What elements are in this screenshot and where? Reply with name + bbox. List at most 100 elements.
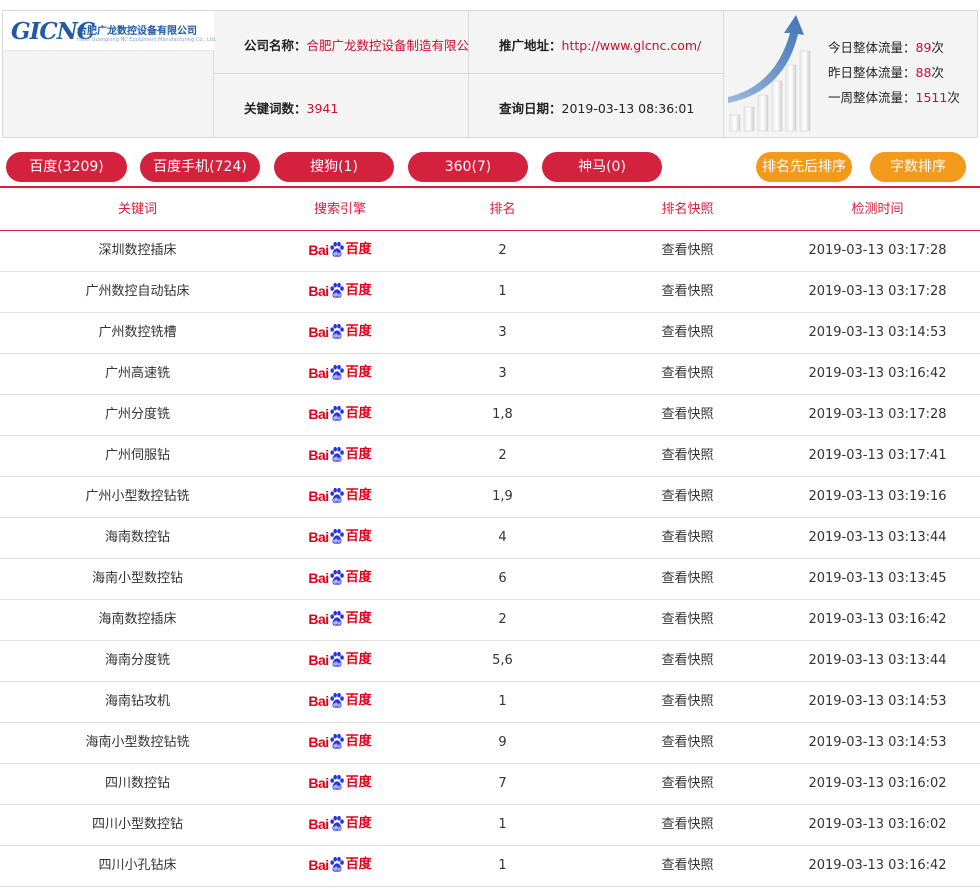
view-snapshot-link[interactable]: 查看快照 [661,489,713,504]
view-snapshot-link[interactable]: 查看快照 [661,735,713,750]
week-traffic: 一周整体流量：1511次 [828,90,960,105]
baidu-logo-du: 百度 [345,651,372,667]
check-time-cell: 2019-03-13 03:16:42 [808,858,947,873]
baidu-logo: Bai du 百度 [308,732,371,752]
table-row: 广州高速铣 Bai du 百度 3 查看快照 2019-03-13 03:16:… [0,354,980,395]
baidu-paw-icon: du [330,569,344,585]
check-time-cell: 2019-03-13 03:16:02 [808,776,947,791]
check-time-cell: 2019-03-13 03:17:28 [808,243,947,258]
snapshot-cell: 查看快照 [600,395,775,435]
svg-text:du: du [333,538,341,544]
baidu-logo-du: 百度 [345,733,372,749]
snapshot-cell: 查看快照 [600,723,775,763]
table-row: 海南钻攻机 Bai du 百度 1 查看快照 2019-03-13 03:14:… [0,682,980,723]
promo-url-field: 推广地址：http://www.glcnc.com/ [469,11,724,74]
engine-cell: Bai du 百度 [275,272,405,312]
rank-cell: 2 [498,448,507,463]
engine-cell: Bai du 百度 [275,231,405,271]
engine-cell: Bai du 百度 [275,354,405,394]
check-time-cell: 2019-03-13 03:13:44 [808,530,947,545]
report-info-grid: 公司名称：合肥广龙数控设备制造有限公 推广地址：http://www.glcnc… [214,11,724,137]
baidu-logo-du: 百度 [345,569,372,585]
baidu-logo: Bai du 百度 [308,486,371,506]
yesterday-traffic-value: 88 [915,65,932,80]
rank-cell: 2 [498,612,507,627]
sort-by-length-button[interactable]: 字数排序 [870,152,966,182]
promo-url-label: 推广地址： [499,38,562,53]
table-row: 广州伺服钻 Bai du 百度 2 查看快照 2019-03-13 03:17:… [0,436,980,477]
baidu-logo-bai: Bai [308,651,329,668]
header-snapshot: 排名快照 [661,202,714,217]
baidu-paw-icon: du [330,651,344,667]
view-snapshot-link[interactable]: 查看快照 [661,653,713,668]
baidu-paw-icon: du [330,282,344,298]
svg-text:du: du [333,497,341,503]
keyword-ranking-table: 关键词 搜索引擎 排名 排名快照 检测时间 深圳数控插床 Bai du 百度 2… [0,188,980,887]
baidu-logo-du: 百度 [345,241,372,257]
table-row: 广州分度铣 Bai du 百度 1,8 查看快照 2019-03-13 03:1… [0,395,980,436]
baidu-paw-icon: du [330,774,344,790]
rank-cell: 5,6 [492,653,513,668]
engine-cell: Bai du 百度 [275,846,405,886]
baidu-paw-icon: du [330,405,344,421]
tab-shenma[interactable]: 神马(0) [542,152,662,182]
baidu-logo-bai: Bai [308,446,329,463]
baidu-paw-icon: du [330,364,344,380]
check-time-cell: 2019-03-13 03:14:53 [808,735,947,750]
tab-baidu-mobile[interactable]: 百度手机(724) [140,152,260,182]
view-snapshot-link[interactable]: 查看快照 [661,612,713,627]
baidu-paw-icon: du [330,241,344,257]
view-snapshot-link[interactable]: 查看快照 [661,530,713,545]
check-time-cell: 2019-03-13 03:16:42 [808,612,947,627]
svg-text:du: du [333,579,341,585]
tab-baidu[interactable]: 百度(3209) [6,152,127,182]
view-snapshot-link[interactable]: 查看快照 [661,243,713,258]
query-date-value: 2019-03-13 08:36:01 [561,101,695,116]
keyword-cell: 海南数控插床 [98,612,177,627]
baidu-logo-bai: Bai [308,610,329,627]
rank-cell: 1,8 [492,407,513,422]
rank-cell: 1 [498,694,507,709]
rank-cell: 1 [498,284,507,299]
view-snapshot-link[interactable]: 查看快照 [661,325,713,340]
baidu-logo-bai: Bai [308,405,329,422]
rank-cell: 1 [498,817,507,832]
keyword-cell: 广州高速铣 [104,366,170,381]
query-date-label: 查询日期： [499,101,562,116]
keyword-count-label: 关键词数： [244,101,307,116]
tab-sogou[interactable]: 搜狗(1) [274,152,394,182]
check-time-cell: 2019-03-13 03:14:53 [808,694,947,709]
view-snapshot-link[interactable]: 查看快照 [661,407,713,422]
table-row: 广州数控铣槽 Bai du 百度 3 查看快照 2019-03-13 03:14… [0,313,980,354]
company-name-value: 合肥广龙数控设备制造有限公 [306,38,470,53]
baidu-logo: Bai du 百度 [308,363,371,383]
table-row: 海南数控插床 Bai du 百度 2 查看快照 2019-03-13 03:16… [0,600,980,641]
today-traffic-value: 89 [915,40,932,55]
svg-text:du: du [333,251,341,257]
check-time-cell: 2019-03-13 03:19:16 [808,489,947,504]
keyword-cell: 广州数控自动钻床 [85,284,190,299]
view-snapshot-link[interactable]: 查看快照 [661,448,713,463]
sort-by-rank-button[interactable]: 排名先后排序 [756,152,852,182]
keyword-cell: 广州分度铣 [104,407,170,422]
view-snapshot-link[interactable]: 查看快照 [661,776,713,791]
svg-text:du: du [333,292,341,298]
table-row: 海南分度铣 Bai du 百度 5,6 查看快照 2019-03-13 03:1… [0,641,980,682]
promo-url-link[interactable]: http://www.glcnc.com/ [562,38,702,53]
svg-text:du: du [333,620,341,626]
rank-cell: 4 [498,530,507,545]
view-snapshot-link[interactable]: 查看快照 [661,694,713,709]
check-time-cell: 2019-03-13 03:13:44 [808,653,947,668]
baidu-logo: Bai du 百度 [308,814,371,834]
svg-text:du: du [333,825,341,831]
tab-360[interactable]: 360(7) [408,152,528,182]
view-snapshot-link[interactable]: 查看快照 [661,858,713,873]
view-snapshot-link[interactable]: 查看快照 [661,366,713,381]
view-snapshot-link[interactable]: 查看快照 [661,817,713,832]
baidu-logo: Bai du 百度 [308,281,371,301]
table-row: 四川小型数控钻 Bai du 百度 1 查看快照 2019-03-13 03:1… [0,805,980,846]
engine-cell: Bai du 百度 [275,477,405,517]
view-snapshot-link[interactable]: 查看快照 [661,284,713,299]
snapshot-cell: 查看快照 [600,231,775,271]
view-snapshot-link[interactable]: 查看快照 [661,571,713,586]
